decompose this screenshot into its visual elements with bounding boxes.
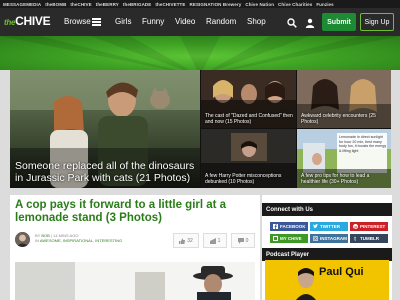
comment-icon — [237, 237, 244, 244]
featured-tile-caption: A few pro tips for how to lead a healthi… — [301, 173, 370, 185]
mychive-icon — [273, 236, 278, 241]
network-link[interactable]: theCHIVE — [70, 2, 91, 7]
avatar-image — [15, 232, 30, 247]
share-icon — [209, 237, 216, 244]
byline-tags[interactable]: AWESOME, INSPIRATIONAL, INTERESTING — [40, 238, 122, 243]
site-header: theCHIVE Browse Girls Funny Video Random… — [0, 8, 400, 36]
author-avatar[interactable] — [15, 232, 30, 247]
network-link[interactable]: Chive Nation — [245, 2, 274, 7]
comment-count: 0 — [245, 237, 249, 244]
facebook-button[interactable]: FACEBOOK — [270, 222, 308, 231]
site-logo[interactable]: theCHIVE — [4, 14, 51, 28]
article-byline: BY BOB | 14 MINS AGO IN AWESOME, INSPIRA… — [35, 233, 123, 243]
network-link[interactable]: theBOMB — [45, 2, 66, 7]
twitter-label: TWITTER — [320, 224, 340, 229]
comment-button[interactable]: 0 — [231, 233, 255, 248]
pinterest-label: PINTEREST — [360, 224, 386, 229]
featured-main-tile[interactable]: Someone replaced all of the dinosaurs in… — [10, 70, 200, 188]
user-icon[interactable] — [305, 18, 315, 28]
nav-girls[interactable]: Girls — [115, 17, 131, 26]
twitter-icon — [313, 224, 318, 229]
podcast-player[interactable]: Paul Qui — [265, 260, 389, 300]
menu-icon[interactable] — [92, 18, 101, 26]
network-bar: MESSAGEMEDIA theBOMB theCHIVE theBERRY t… — [0, 0, 400, 8]
facebook-icon — [273, 224, 278, 229]
network-link[interactable]: Chive Charities — [278, 2, 312, 7]
tumblr-icon: t — [354, 236, 356, 241]
nav-random[interactable]: Random — [206, 17, 236, 26]
instagram-label: INSTAGRAM — [320, 236, 347, 241]
article-headline[interactable]: A cop pays it forward to a little girl a… — [15, 199, 255, 225]
pinterest-button[interactable]: p PINTEREST — [350, 222, 388, 231]
featured-tile[interactable]: Awkward celebrity encounters (25 Photos) — [297, 70, 391, 128]
featured-tile-caption: Awkward celebrity encounters (25 Photos) — [301, 113, 376, 125]
network-link[interactable]: theBRIGADE — [123, 2, 152, 7]
network-link[interactable]: MESSAGEMEDIA — [3, 2, 41, 7]
network-link[interactable]: RESIGNATION Brewery — [190, 2, 242, 7]
network-link[interactable]: theBERRY — [96, 2, 119, 7]
article-image[interactable] — [15, 262, 255, 300]
facebook-label: FACEBOOK — [280, 224, 306, 229]
sign-up-button[interactable]: Sign Up — [360, 13, 394, 31]
mychive-button[interactable]: MY CHIVE — [270, 234, 308, 243]
podcast-guest-image — [295, 268, 317, 300]
svg-text:t: t — [354, 236, 356, 241]
byline-in: IN — [35, 238, 39, 243]
featured-main-caption: Someone replaced all of the dinosaurs in… — [15, 160, 195, 184]
tumblr-button[interactable]: t TUMBLR — [350, 234, 388, 243]
nav-browse[interactable]: Browse — [64, 17, 91, 26]
network-link[interactable]: theCHIVETTE — [155, 2, 185, 7]
search-icon[interactable] — [287, 18, 297, 28]
network-link[interactable]: Funzies — [316, 2, 333, 7]
like-count: 32 — [187, 237, 193, 244]
tumblr-label: TUMBLR — [360, 236, 379, 241]
banner-rays — [0, 36, 400, 70]
nav-funny[interactable]: Funny — [142, 17, 164, 26]
featured-tile[interactable]: Lemonade in direct sunlight for hour 20 … — [297, 129, 391, 188]
lemonade-sign-text: Lemonade in direct sunlight for hour 20 … — [339, 135, 387, 153]
green-banner — [0, 36, 400, 70]
mychive-label: MY CHIVE — [280, 236, 302, 241]
connect-heading: Connect with Us — [262, 203, 392, 216]
logo-the: the — [4, 18, 16, 27]
thumbs-up-icon — [179, 237, 186, 244]
submit-button[interactable]: Submit — [322, 13, 356, 31]
nav-shop[interactable]: Shop — [247, 17, 266, 26]
instagram-button[interactable]: INSTAGRAM — [310, 234, 348, 243]
podcast-guest-name: Paul Qui — [319, 266, 364, 278]
featured-tile[interactable]: A few Harry Potter misconceptions debunk… — [201, 129, 296, 188]
instagram-icon — [313, 236, 318, 241]
nav-video[interactable]: Video — [175, 17, 195, 26]
featured-tile-caption: A few Harry Potter misconceptions debunk… — [205, 173, 282, 185]
logo-chive: CHIVE — [15, 14, 51, 28]
twitter-button[interactable]: TWITTER — [310, 222, 348, 231]
share-count: 1 — [217, 237, 221, 244]
like-button[interactable]: 32 — [173, 233, 199, 248]
cop-lemonade-image — [15, 262, 255, 300]
featured-tile-caption: The cast of "Dazed and Confused" then an… — [205, 113, 293, 125]
featured-grid: Someone replaced all of the dinosaurs in… — [10, 70, 391, 188]
featured-tile[interactable]: The cast of "Dazed and Confused" then an… — [201, 70, 296, 128]
share-button[interactable]: 1 — [203, 233, 227, 248]
pinterest-icon: p — [353, 224, 358, 229]
